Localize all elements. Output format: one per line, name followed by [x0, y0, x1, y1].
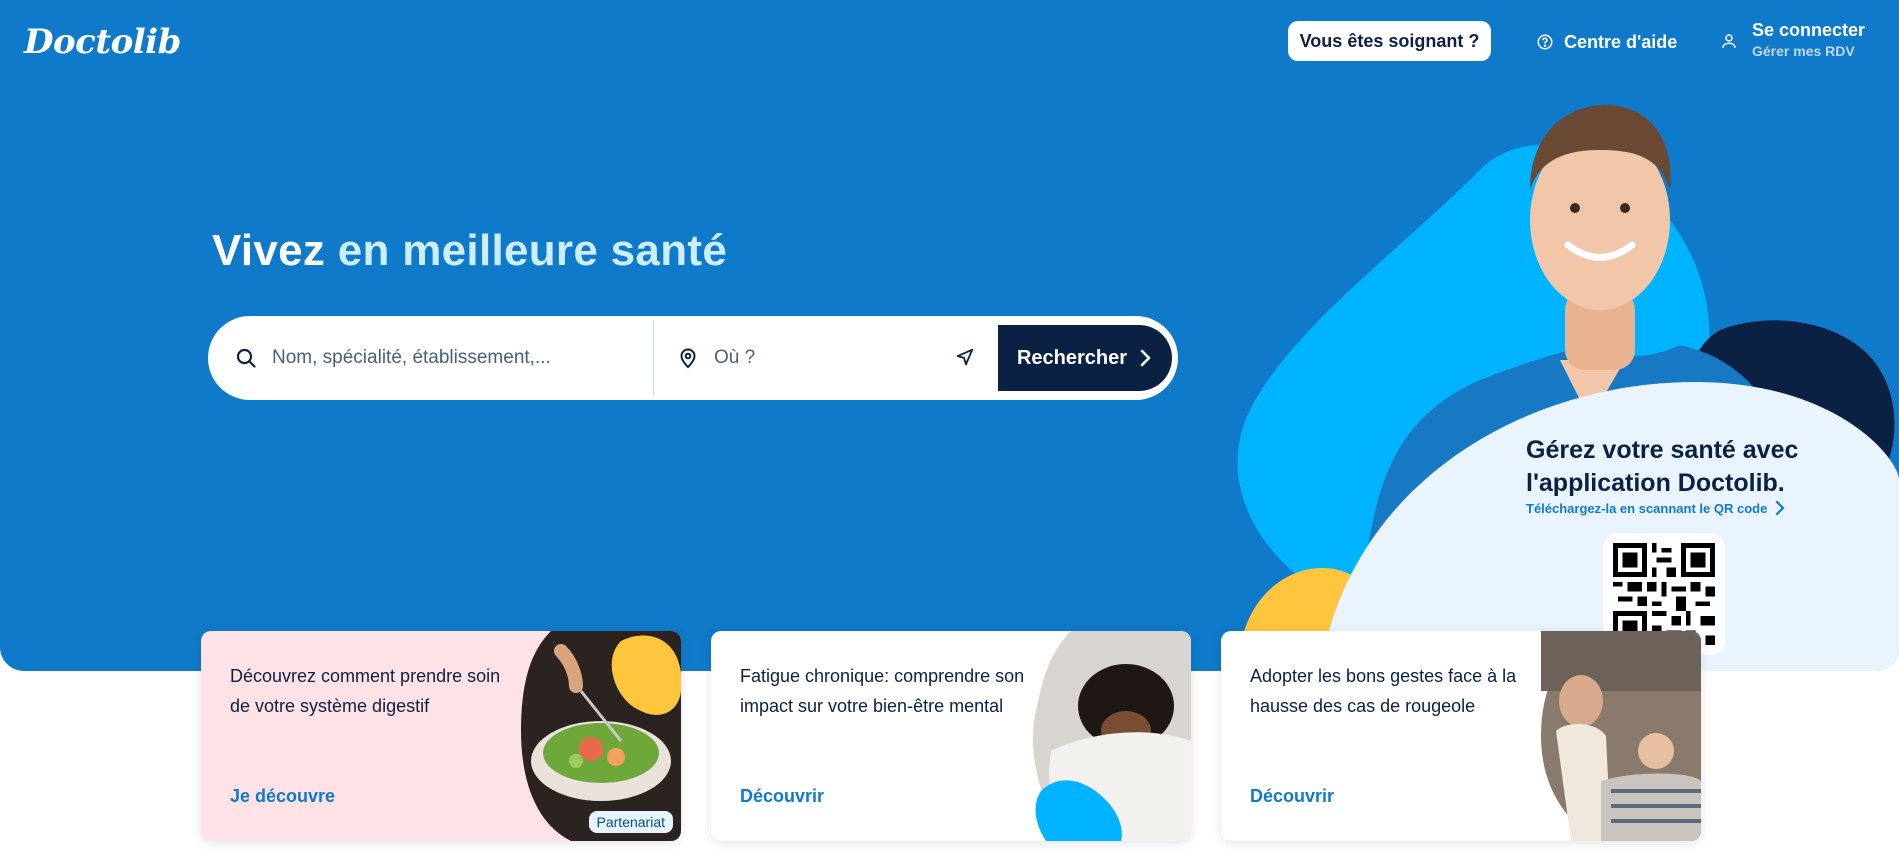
search-where-field[interactable] [654, 320, 996, 396]
login-title: Se connecter [1752, 20, 1866, 40]
food-bowl-image [521, 631, 681, 841]
promo-download-link[interactable]: Téléchargez-la en scannant le QR code [1526, 500, 1785, 516]
headline-part-1: Vivez [212, 226, 326, 275]
search-bar: Rechercher [212, 320, 1174, 396]
page-headline: Vivez en meilleure santé [212, 226, 727, 276]
login-text: Se connecter Gérer mes RDV [1752, 18, 1865, 60]
article-card-text: Adopter les bons gestes face à la hausse… [1250, 666, 1517, 716]
article-card[interactable]: Adopter les bons gestes face à la hausse… [1221, 631, 1701, 841]
search-button-label: Rechercher [1016, 346, 1128, 369]
chevron-right-icon [1776, 500, 1785, 516]
search-where-input[interactable] [714, 347, 934, 369]
qr-code-graphic [1613, 543, 1715, 645]
help-circle-icon [1537, 34, 1553, 50]
doctolib-logo[interactable]: Doctolib [24, 22, 181, 62]
search-button[interactable]: Rechercher [998, 325, 1172, 391]
sleeping-person-image [1032, 631, 1191, 841]
healthcare-pro-button[interactable]: Vous êtes soignant ? [1288, 21, 1491, 61]
parent-child-image [1541, 631, 1701, 841]
chevron-right-icon [1140, 349, 1151, 367]
article-card[interactable]: Découvrez comment prendre soin de votre … [201, 631, 681, 841]
article-card-text: Fatigue chronique: comprendre son impact… [740, 666, 1025, 716]
article-card[interactable]: Fatigue chronique: comprendre son impact… [711, 631, 1191, 841]
article-card-link[interactable]: Découvrir [1250, 786, 1334, 807]
promo-subtitle: Téléchargez-la en scannant le QR code [1526, 500, 1768, 516]
search-icon [236, 348, 256, 368]
app-promo-illustration [1237, 105, 1899, 671]
hero-banner: Doctolib Vous êtes soignant ? Centre d'a… [0, 0, 1899, 671]
user-icon [1722, 34, 1736, 48]
navigation-arrow-icon[interactable] [954, 346, 976, 368]
partnership-badge: Partenariat [588, 811, 673, 833]
search-what-input[interactable] [272, 347, 602, 369]
login-button[interactable]: Se connecter Gérer mes RDV [1720, 18, 1865, 60]
location-pin-icon [680, 348, 696, 369]
article-card-link[interactable]: Je découvre [230, 786, 335, 807]
article-card-text: Découvrez comment prendre soin de votre … [230, 666, 501, 716]
search-what-field[interactable] [212, 320, 654, 396]
promo-title: Gérez votre santé avec l'application Doc… [1526, 436, 1799, 497]
help-center-link[interactable]: Centre d'aide [1536, 28, 1677, 56]
headline-part-2: en meilleure santé [337, 226, 728, 275]
help-center-label: Centre d'aide [1564, 31, 1678, 52]
login-subtitle: Gérer mes RDV [1752, 43, 1855, 59]
article-card-link[interactable]: Découvrir [740, 786, 824, 807]
